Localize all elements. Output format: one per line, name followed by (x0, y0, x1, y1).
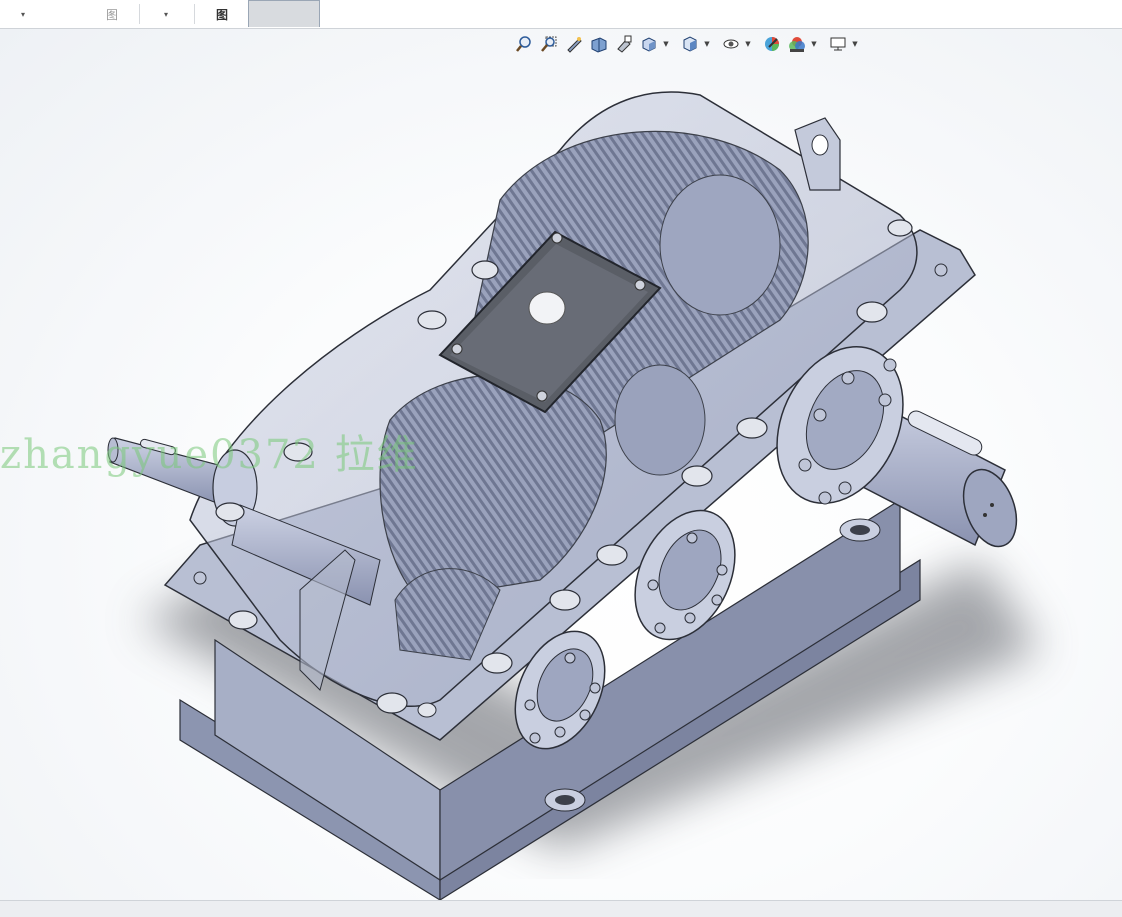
heads-up-view-toolbar: ▼ ▼ ▼ ▼ ▼ (512, 33, 859, 55)
tab-active-document[interactable] (248, 0, 320, 27)
zoom-to-area-icon[interactable] (537, 33, 561, 55)
tab-drawing-inactive[interactable]: 图 (96, 0, 128, 28)
chevron-down-icon: ▾ (163, 9, 168, 19)
edit-appearance-icon[interactable] (760, 33, 784, 55)
dowel-pin (193, 571, 207, 585)
tab-dropdown-2[interactable]: ▾ (150, 0, 182, 28)
display-style-icon[interactable] (678, 33, 702, 55)
hide-show-items-icon[interactable] (719, 33, 743, 55)
section-view-icon[interactable] (587, 33, 611, 55)
apply-scene-icon[interactable] (785, 33, 809, 55)
document-tab-bar: ▾ 图 ▾ 图 (0, 0, 1122, 29)
watermark-text: zhangyue0372 拉维 (0, 432, 419, 478)
tab-dropdown-1[interactable]: ▾ (0, 0, 46, 28)
graphics-viewport[interactable]: zhangyue0372 拉维 (0, 29, 1122, 900)
view-orientation-icon[interactable] (637, 33, 661, 55)
dowel-pin (934, 263, 948, 277)
zoom-to-fit-icon[interactable] (512, 33, 536, 55)
dynamic-annotation-icon[interactable] (612, 33, 636, 55)
breather-cap (528, 291, 566, 325)
tab-drawing[interactable]: 图 (205, 0, 239, 28)
chevron-down-icon[interactable]: ▼ (703, 40, 711, 48)
status-bar (0, 900, 1122, 917)
chevron-down-icon: ▾ (20, 9, 25, 19)
chevron-down-icon[interactable]: ▼ (851, 40, 859, 48)
view-settings-icon[interactable] (826, 33, 850, 55)
oil-level-plug (417, 702, 437, 718)
chevron-down-icon[interactable]: ▼ (810, 40, 818, 48)
chevron-down-icon[interactable]: ▼ (662, 40, 670, 48)
previous-view-icon[interactable] (562, 33, 586, 55)
chevron-down-icon[interactable]: ▼ (744, 40, 752, 48)
